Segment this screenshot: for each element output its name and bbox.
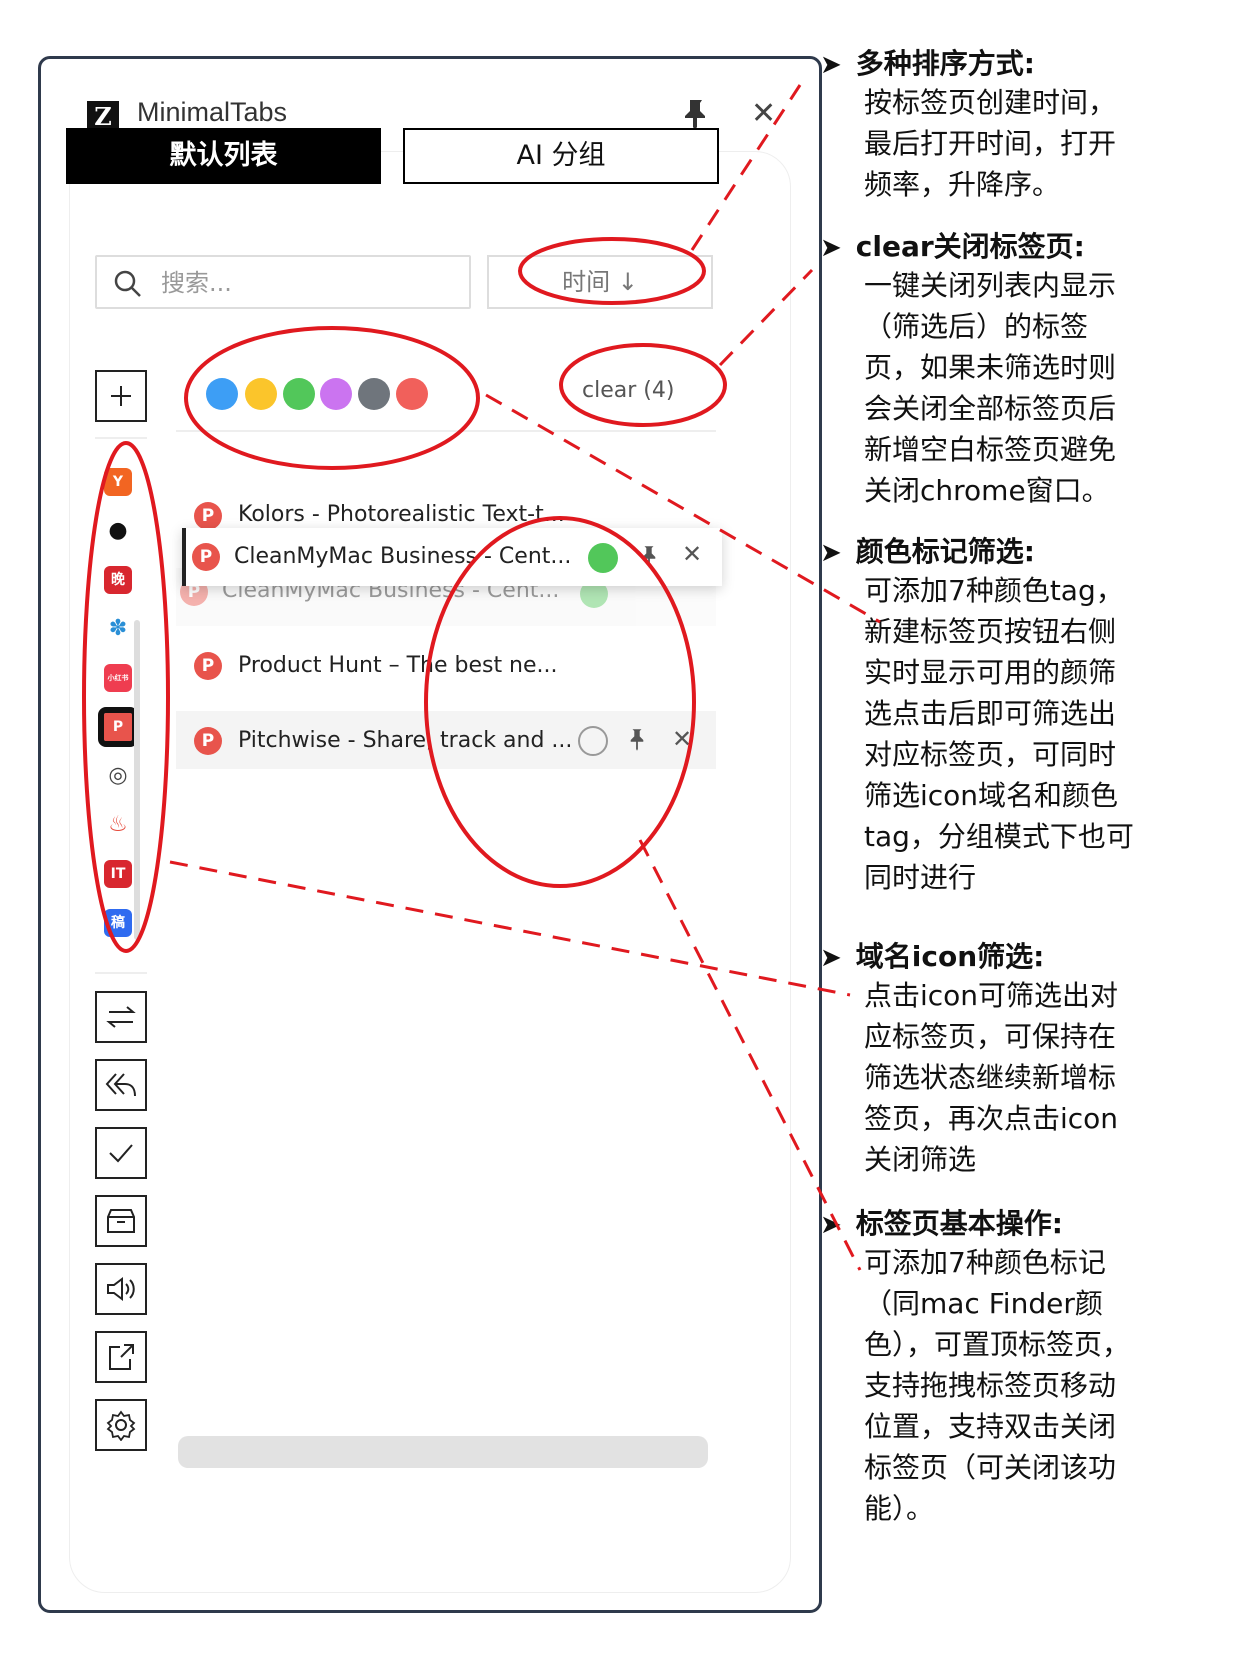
search-box[interactable] (95, 255, 483, 309)
gear-icon (106, 1410, 136, 1441)
content-area (69, 151, 791, 1593)
tab-default-list[interactable]: 默认列表 (66, 128, 381, 184)
annotation-body: 可添加7种颜色标记（同mac Finder颜色），可置顶标签页，支持拖拽标签页移… (864, 1246, 1131, 1525)
ycombinator-icon[interactable]: Y (104, 468, 132, 496)
annotation-title: clear关闭标签页: (855, 230, 1085, 263)
close-tab-icon[interactable]: ✕ (682, 540, 702, 568)
sort-button[interactable]: 时间 ↓ (487, 255, 713, 309)
search-icon (114, 270, 141, 297)
new-tab-button[interactable] (95, 370, 147, 422)
annotation-title: 域名icon筛选: (855, 940, 1045, 973)
annotation-title: 多种排序方式: (855, 47, 1035, 80)
check-icon (109, 1144, 133, 1163)
wan-icon[interactable]: 晚 (104, 566, 132, 594)
popcorn-icon[interactable]: ♨ (104, 811, 132, 839)
color-dot-gray[interactable] (358, 378, 390, 410)
annotation-title: 标签页基本操作: (855, 1207, 1063, 1240)
tab-ai-group[interactable]: AI 分组 (403, 128, 719, 184)
settings-button[interactable] (95, 1399, 147, 1451)
share-button[interactable] (95, 1331, 147, 1383)
xiaohongshu-icon[interactable]: 小红书 (104, 664, 132, 692)
search-input[interactable] (159, 265, 483, 301)
swap-button[interactable] (95, 991, 147, 1043)
gao-icon[interactable]: 稿 (104, 909, 132, 937)
plus-icon (111, 386, 131, 406)
tree-icon[interactable]: ✽ (104, 615, 132, 643)
sidebar-divider (95, 437, 147, 439)
pin-icon[interactable] (640, 545, 658, 569)
producthunt-favicon: P (194, 727, 222, 755)
ithome-icon[interactable]: IT (104, 860, 132, 888)
reply-button[interactable] (95, 1059, 147, 1111)
pin-icon[interactable] (628, 728, 646, 752)
annotation-body: 一键关闭列表内显示（筛选后）的标签页，如果未筛选时则会关闭全部标签页后新增空白标… (864, 269, 1117, 507)
sidebar-scrollbar[interactable] (134, 620, 140, 940)
tab-title: Kolors - Photorealistic Text-t... (238, 502, 565, 527)
tab-title: Pitchwise - Share, track and ... (238, 728, 573, 753)
sidebar-divider-2 (95, 972, 147, 974)
producthunt-favicon: P (194, 502, 222, 530)
tab-title: CleanMyMac Business - Cent... (234, 544, 572, 569)
swap-arrows-icon (106, 1006, 136, 1028)
github-icon[interactable]: ● (104, 517, 132, 545)
tab-row[interactable]: P Product Hunt – The best ne... (176, 636, 716, 694)
color-dot-blue[interactable] (206, 378, 238, 410)
annotation-body: 按标签页创建时间，最后打开时间，打开频率，升降序。 (864, 86, 1117, 201)
reply-all-icon (105, 1073, 136, 1097)
clear-button[interactable]: clear (4) (582, 378, 674, 403)
close-tab-icon[interactable]: ✕ (672, 725, 692, 753)
producthunt-icon[interactable]: P (98, 707, 138, 747)
speaker-icon (107, 1277, 135, 1301)
color-tag-empty[interactable] (578, 726, 608, 756)
annotation-title: 颜色标记筛选: (855, 535, 1035, 568)
archive-button[interactable] (95, 1195, 147, 1247)
chrome-icon[interactable]: ◎ (104, 762, 132, 790)
archive-icon (107, 1209, 135, 1233)
producthunt-favicon: P (192, 543, 220, 571)
close-icon[interactable]: ✕ (751, 99, 776, 129)
color-dot-green[interactable] (283, 378, 315, 410)
tab-title: Product Hunt – The best ne... (238, 653, 558, 678)
divider (176, 430, 716, 432)
tab-row-hover[interactable]: P Pitchwise - Share, track and ... ✕ (176, 711, 716, 769)
share-icon (109, 1344, 134, 1370)
check-button[interactable] (95, 1127, 147, 1179)
annotation-body: 点击icon可筛选出对应标签页，可保持在筛选状态继续新增标签页，再次点击icon… (864, 979, 1119, 1176)
color-dot-purple[interactable] (320, 378, 352, 410)
annotation-body: 可添加7种颜色tag，新建标签页按钮右侧实时显示可用的颜筛选点击后即可筛选出对应… (864, 574, 1134, 894)
pin-icon[interactable] (681, 97, 711, 131)
color-dot-yellow[interactable] (245, 378, 277, 410)
color-dot-red[interactable] (396, 378, 428, 410)
tab-row-dragging[interactable]: P CleanMyMac Business - Cent... ✕ (182, 528, 722, 586)
color-tag-green[interactable] (588, 543, 618, 573)
horizontal-scrollbar[interactable] (178, 1436, 708, 1468)
sound-button[interactable] (95, 1263, 147, 1315)
producthunt-favicon: P (194, 652, 222, 680)
app-title: MinimalTabs (137, 97, 288, 127)
